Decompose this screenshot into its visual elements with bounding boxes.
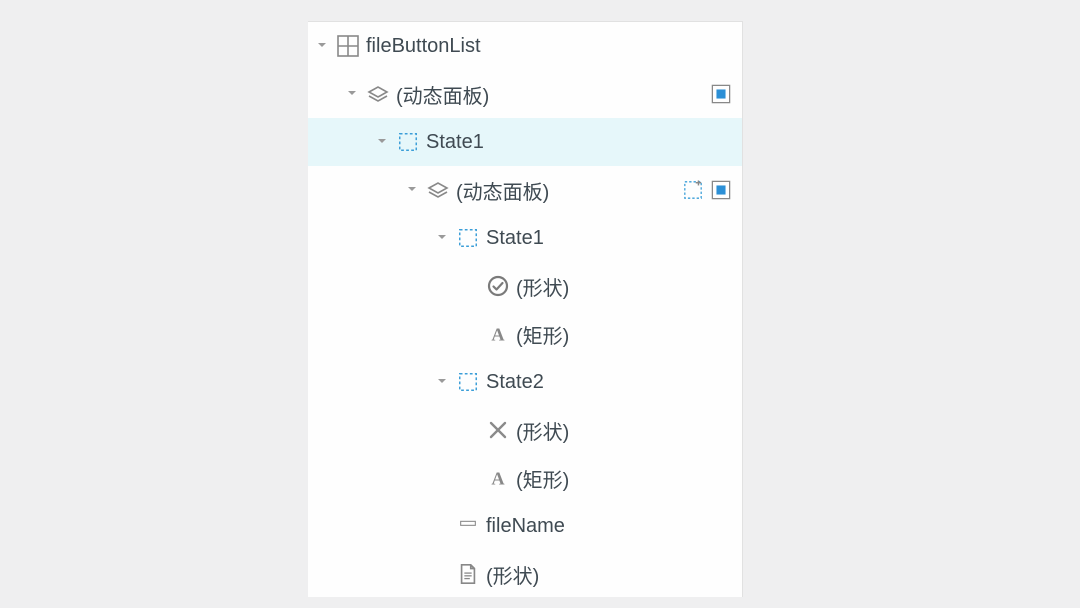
dashed-rect-icon	[456, 226, 480, 250]
text-A-icon: A	[486, 322, 510, 346]
tree-row-label: State1	[426, 131, 484, 154]
tree-row-label: (形状)	[516, 416, 569, 445]
tree-row-label: (形状)	[486, 560, 539, 589]
dashed-rect-icon	[456, 370, 480, 394]
tree-row[interactable]: (形状)	[308, 550, 742, 597]
tree-row-label: (矩形)	[516, 320, 569, 349]
bar-icon	[456, 514, 480, 538]
text-A-icon: A	[486, 466, 510, 490]
tree-row[interactable]: State1	[308, 214, 742, 262]
expand-chevron-icon	[466, 279, 480, 293]
dashed-plus-icon[interactable]	[682, 179, 704, 201]
expand-chevron-icon	[436, 567, 450, 581]
tree-row[interactable]: A (矩形)	[308, 310, 742, 358]
tree-row[interactable]: A (矩形)	[308, 454, 742, 502]
tree-row-label: State1	[486, 227, 544, 250]
expand-chevron-icon[interactable]	[316, 39, 330, 53]
tree-row[interactable]: (动态面板)	[308, 166, 742, 214]
grid-icon	[336, 34, 360, 58]
svg-text:A: A	[491, 324, 505, 344]
tree-row[interactable]: (动态面板)	[308, 70, 742, 118]
expand-chevron-icon	[466, 471, 480, 485]
check-circle-icon	[486, 274, 510, 298]
dynpanel-icon	[426, 178, 450, 202]
outline-panel: fileButtonList (动态面板) State1 (动态面板) State1 (形…	[308, 21, 743, 597]
tree-row[interactable]: fileName	[308, 502, 742, 550]
tree-row-label: State2	[486, 371, 544, 394]
tree-row[interactable]: fileButtonList	[308, 22, 742, 70]
dashed-rect-icon	[396, 130, 420, 154]
tree-row-label: (形状)	[516, 272, 569, 301]
expand-chevron-icon	[466, 327, 480, 341]
square-blue-icon[interactable]	[710, 83, 732, 105]
tree-row[interactable]: (形状)	[308, 406, 742, 454]
tree-row[interactable]: State2	[308, 358, 742, 406]
expand-chevron-icon[interactable]	[436, 375, 450, 389]
svg-text:A: A	[491, 468, 505, 488]
square-blue-icon[interactable]	[710, 179, 732, 201]
tree-row-label: fileButtonList	[366, 35, 481, 58]
tree-row-label: (矩形)	[516, 464, 569, 493]
expand-chevron-icon	[466, 423, 480, 437]
expand-chevron-icon	[436, 519, 450, 533]
dynpanel-icon	[366, 82, 390, 106]
cross-icon	[486, 418, 510, 442]
tree-row-label: (动态面板)	[396, 80, 489, 109]
expand-chevron-icon[interactable]	[406, 183, 420, 197]
expand-chevron-icon[interactable]	[346, 87, 360, 101]
expand-chevron-icon[interactable]	[376, 135, 390, 149]
tree-row-label: (动态面板)	[456, 176, 549, 205]
expand-chevron-icon[interactable]	[436, 231, 450, 245]
page-icon	[456, 562, 480, 586]
tree-row-label: fileName	[486, 515, 565, 538]
tree-row[interactable]: (形状)	[308, 262, 742, 310]
tree-row[interactable]: State1	[308, 118, 742, 166]
